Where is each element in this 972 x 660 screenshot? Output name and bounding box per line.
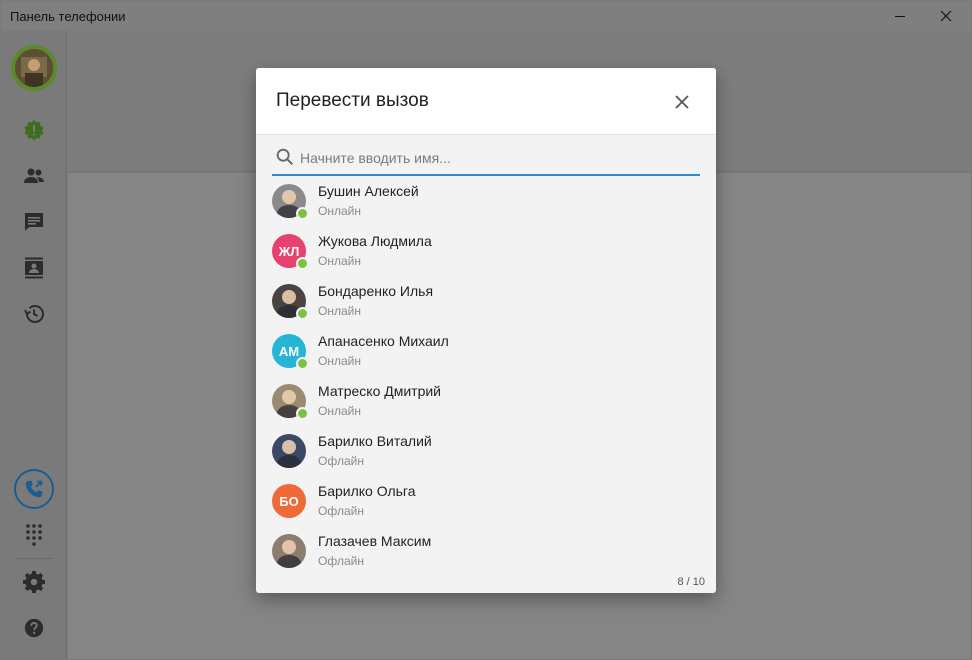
minimize-icon [895, 16, 905, 17]
minimize-button[interactable] [877, 1, 923, 31]
contact-row[interactable]: Матреско Дмитрий Онлайн [256, 376, 716, 426]
sidebar-item-history[interactable] [1, 294, 67, 334]
alert-badge-icon [24, 120, 44, 141]
sidebar-item-notifications[interactable] [1, 110, 67, 150]
search-input[interactable] [300, 147, 696, 169]
contact-status: Офлайн [318, 504, 364, 518]
user-avatar[interactable] [11, 45, 57, 91]
contact-row[interactable]: Барилко Виталий Офлайн [256, 426, 716, 476]
contact-avatar [272, 534, 306, 568]
dialog-header: Перевести вызов [256, 68, 716, 135]
transfer-call-button[interactable] [14, 469, 54, 509]
contact-status: Онлайн [318, 204, 361, 218]
sidebar-item-chat[interactable] [1, 202, 67, 242]
dialog-close-button[interactable] [668, 88, 696, 116]
contact-name: Апанасенко Михаил [318, 333, 449, 349]
online-status-dot [296, 407, 309, 420]
contacts-book-icon [25, 257, 43, 279]
contact-row[interactable]: ЖЛ Жукова Людмила Онлайн [256, 226, 716, 276]
close-icon [940, 10, 952, 22]
title-bar: Панель телефонии [1, 1, 971, 31]
contact-row[interactable]: Глазачев Максим Офлайн [256, 526, 716, 576]
dialog-title: Перевести вызов [276, 90, 429, 111]
contact-name: Барилко Ольга [318, 483, 416, 499]
window-close-button[interactable] [923, 1, 969, 31]
contact-status: Онлайн [318, 404, 361, 418]
contact-status: Онлайн [318, 304, 361, 318]
contact-status: Онлайн [318, 354, 361, 368]
help-icon [24, 618, 44, 638]
contact-name: Бондаренко Илья [318, 283, 434, 299]
sidebar-item-dialpad[interactable] [1, 514, 67, 554]
contact-row[interactable]: Бушин Алексей Онлайн [256, 176, 716, 226]
contact-avatar: БО [272, 484, 306, 518]
online-status-dot [296, 207, 309, 220]
sidebar [1, 31, 67, 659]
close-icon [675, 95, 689, 109]
dialpad-icon [26, 524, 42, 546]
window-title: Панель телефонии [10, 9, 126, 24]
sidebar-item-settings[interactable] [1, 562, 67, 602]
sidebar-item-help[interactable] [1, 608, 67, 648]
contact-name: Жукова Людмила [318, 233, 432, 249]
person-photo-icon [276, 440, 302, 468]
contact-status: Онлайн [318, 254, 361, 268]
history-icon [24, 305, 44, 323]
contact-status: Офлайн [318, 554, 364, 568]
people-icon [24, 168, 44, 183]
search-icon [276, 148, 294, 166]
user-photo-icon [15, 49, 53, 87]
online-status-dot [296, 307, 309, 320]
contact-name: Барилко Виталий [318, 433, 432, 449]
transfer-call-dialog: Перевести вызов Бушин АлексейОнлайнЖЛЖук… [256, 68, 716, 593]
gear-icon [23, 571, 45, 593]
online-status-dot [296, 257, 309, 270]
sidebar-item-people[interactable] [1, 156, 67, 196]
sidebar-divider [16, 558, 53, 559]
contact-status: Офлайн [318, 454, 364, 468]
contact-avatar [272, 434, 306, 468]
transfer-call-icon [25, 480, 43, 498]
sidebar-item-contacts[interactable] [1, 248, 67, 288]
contact-name: Матреско Дмитрий [318, 383, 442, 399]
results-counter: 8 / 10 [677, 576, 705, 588]
contact-row[interactable]: Бондаренко Илья Онлайн [256, 276, 716, 326]
contact-row[interactable]: БО Барилко Ольга Офлайн [256, 476, 716, 526]
contact-name: Бушин Алексей [318, 183, 419, 199]
chat-icon [25, 213, 43, 231]
contact-name: Глазачев Максим [318, 533, 432, 549]
search-field[interactable] [272, 144, 700, 176]
online-status-dot [296, 357, 309, 370]
contact-list: Бушин Алексей Онлайн ЖЛ Жукова Людмила Онлай… [256, 176, 716, 576]
person-photo-icon [276, 540, 302, 568]
contact-row[interactable]: АМ Апанасенко Михаил Онлайн [256, 326, 716, 376]
